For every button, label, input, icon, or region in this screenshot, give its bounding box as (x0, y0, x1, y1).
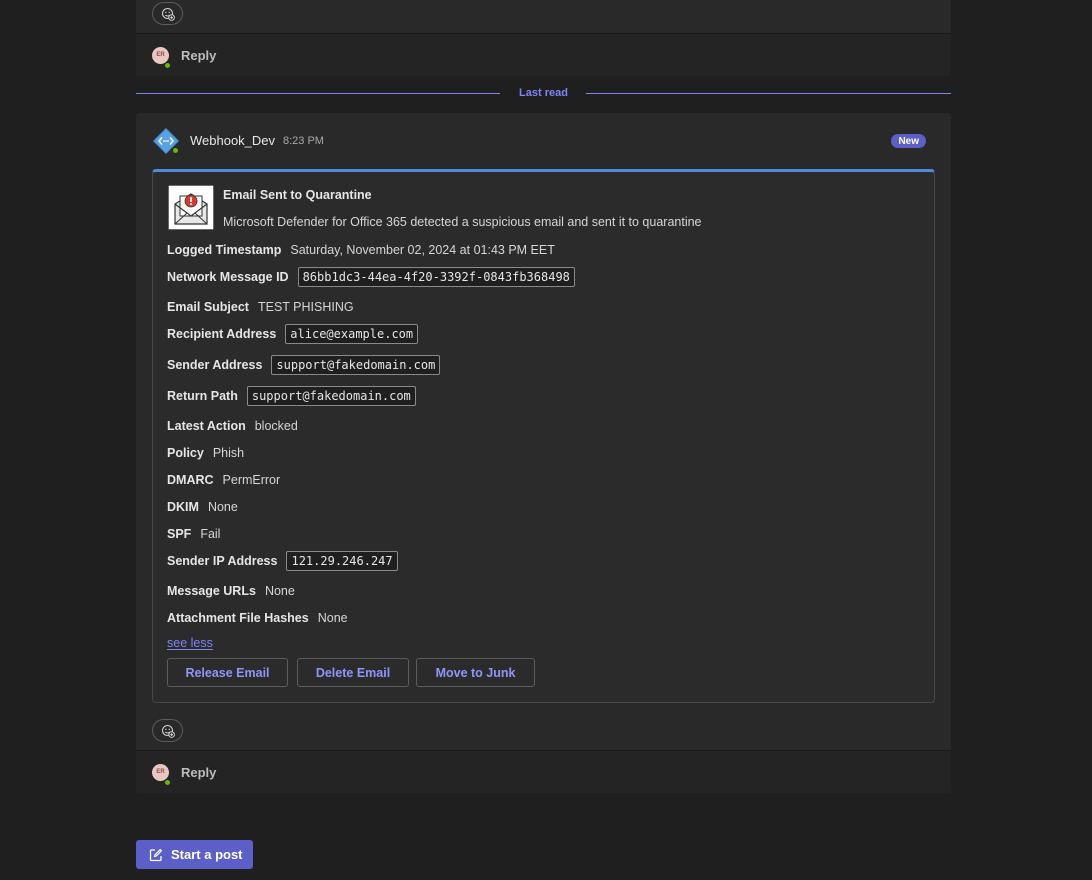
fact-value: 86bb1dc3-44ea-4f20-3392f-0843fb368498 (297, 267, 575, 287)
reply-label: Reply (181, 764, 217, 780)
fact-value: Saturday, November 02, 2024 at 01:43 PM … (290, 243, 555, 257)
avatar: ER (152, 46, 169, 64)
fact-key: Network Message ID (167, 270, 289, 284)
emoji-add-icon (161, 724, 175, 738)
fact-network-message-id: Network Message ID 86bb1dc3-44ea-4f20-33… (167, 266, 575, 288)
presence-available-icon (172, 147, 179, 154)
fact-key: Recipient Address (167, 327, 277, 341)
card-title: Email Sent to Quarantine (223, 188, 372, 202)
fact-attachment-hashes: Attachment File Hashes None (167, 607, 348, 629)
new-badge: New (891, 134, 926, 148)
reply-label: Reply (181, 47, 217, 63)
previous-thread: ER Reply (136, 0, 951, 76)
card-description: Microsoft Defender for Office 365 detect… (223, 215, 702, 229)
fact-value: PermError (222, 473, 281, 487)
fact-key: Sender IP Address (167, 554, 278, 568)
fact-return-path: Return Path support@fakedomain.com (167, 385, 416, 407)
avatar: ER (152, 763, 169, 781)
move-to-junk-button[interactable]: Move to Junk (416, 658, 535, 687)
fact-email-subject: Email Subject TEST PHISHING (167, 296, 354, 318)
compose-icon (149, 848, 163, 861)
fact-key: Policy (167, 446, 204, 460)
fact-key: Latest Action (167, 419, 246, 433)
fact-value: blocked (254, 419, 298, 433)
fact-key: Message URLs (167, 584, 256, 598)
fact-logged-timestamp: Logged Timestamp Saturday, November 02, … (167, 239, 555, 261)
see-less-link[interactable]: see less (167, 636, 213, 650)
fact-key: DKIM (167, 500, 199, 514)
email-warning-icon (168, 185, 214, 230)
start-post-label: Start a post (171, 847, 243, 862)
fact-key: SPF (167, 527, 192, 541)
last-read-divider: Last read (136, 86, 951, 102)
fact-value: support@fakedomain.com (246, 386, 416, 406)
fact-message-urls: Message URLs None (167, 580, 295, 602)
fact-spf: SPF Fail (167, 523, 220, 545)
webhook-avatar (152, 127, 180, 155)
fact-key: DMARC (167, 473, 214, 487)
add-reaction-button[interactable] (152, 719, 183, 742)
fact-value: alice@example.com (285, 324, 419, 344)
fact-value: support@fakedomain.com (271, 355, 441, 375)
divider-line-right (586, 93, 951, 94)
fact-value: None (317, 611, 348, 625)
sender-name[interactable]: Webhook_Dev (190, 133, 275, 148)
fact-value: 121.29.246.247 (286, 551, 398, 571)
fact-key: Attachment File Hashes (167, 611, 309, 625)
reply-row[interactable]: ER Reply (136, 33, 951, 76)
start-post-button[interactable]: Start a post (136, 840, 253, 869)
reply-row[interactable]: ER Reply (136, 750, 951, 793)
fact-value: Fail (200, 527, 221, 541)
delete-email-button[interactable]: Delete Email (297, 658, 409, 687)
fact-value: None (264, 584, 295, 598)
fact-dmarc: DMARC PermError (167, 469, 280, 491)
fact-key: Email Subject (167, 300, 249, 314)
fact-value: None (207, 500, 238, 514)
presence-available-icon (164, 62, 171, 69)
fact-key: Return Path (167, 389, 238, 403)
emoji-add-icon (161, 7, 175, 21)
fact-value: Phish (212, 446, 245, 460)
fact-recipient-address: Recipient Address alice@example.com (167, 323, 419, 345)
add-reaction-button[interactable] (152, 2, 183, 25)
release-email-button[interactable]: Release Email (167, 658, 288, 687)
presence-available-icon (164, 779, 171, 786)
message-timestamp: 8:23 PM (283, 135, 324, 147)
fact-sender-ip: Sender IP Address 121.29.246.247 (167, 550, 398, 572)
fact-dkim: DKIM None (167, 496, 238, 518)
fact-sender-address: Sender Address support@fakedomain.com (167, 354, 441, 376)
adaptive-card: Email Sent to Quarantine Microsoft Defen… (152, 169, 935, 703)
fact-value: TEST PHISHING (257, 300, 354, 314)
fact-latest-action: Latest Action blocked (167, 415, 298, 437)
message-thread: Webhook_Dev 8:23 PM New Email Sent to Qu… (136, 113, 951, 793)
fact-key: Sender Address (167, 358, 263, 372)
fact-policy: Policy Phish (167, 442, 244, 464)
fact-key: Logged Timestamp (167, 243, 282, 257)
